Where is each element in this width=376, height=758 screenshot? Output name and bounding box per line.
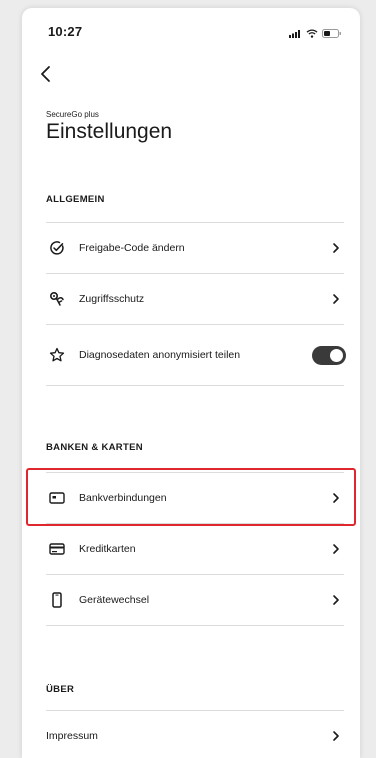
row-label: Gerätewechsel — [79, 594, 150, 606]
row-freigabe-code[interactable]: Freigabe-Code ändern — [46, 223, 344, 274]
chevron-right-icon — [328, 592, 344, 608]
phone-icon — [48, 591, 66, 609]
credit-card-icon — [48, 540, 66, 558]
chevron-right-icon — [328, 291, 344, 307]
highlight-box — [26, 468, 356, 526]
section-header-allgemein: ALLGEMEIN — [46, 194, 105, 205]
row-impressum[interactable]: Impressum — [46, 711, 344, 758]
row-kreditkarten[interactable]: Kreditkarten — [46, 524, 344, 575]
page-title: Einstellungen — [46, 120, 173, 143]
signal-icon — [289, 25, 302, 43]
row-geraetewechsel[interactable]: Gerätewechsel — [46, 575, 344, 626]
star-icon — [48, 346, 66, 364]
row-label: Freigabe-Code ändern — [79, 242, 185, 254]
status-bar: 10:27 — [22, 8, 360, 44]
row-zugriffsschutz[interactable]: Zugriffsschutz — [46, 274, 344, 325]
chevron-right-icon — [328, 541, 344, 557]
chevron-right-icon — [328, 728, 344, 744]
section-header-ueber: ÜBER — [46, 684, 75, 695]
section-header-banken-karten: BANKEN & KARTEN — [46, 442, 143, 453]
wifi-icon — [306, 25, 318, 43]
row-label: Impressum — [46, 730, 98, 742]
app-subtitle: SecureGo plus — [46, 110, 99, 119]
chevron-right-icon — [328, 240, 344, 256]
back-button[interactable] — [32, 60, 60, 88]
battery-icon — [322, 25, 342, 43]
check-circle-icon — [48, 239, 66, 257]
fingerprint-icon — [48, 290, 66, 308]
toggle-knob — [330, 348, 343, 362]
status-icons — [289, 25, 342, 43]
row-label: Diagnosedaten anonymisiert teilen — [79, 349, 241, 361]
phone-screen: 10:27 SecureGo plus Einstellungen ALLGEM… — [22, 8, 360, 758]
chevron-left-icon — [32, 66, 60, 92]
status-time: 10:27 — [48, 24, 83, 39]
row-label: Zugriffsschutz — [79, 293, 145, 305]
row-diagnosedaten[interactable]: Diagnosedaten anonymisiert teilen — [46, 325, 346, 386]
row-label: Kreditkarten — [79, 543, 136, 555]
diagnostics-toggle[interactable] — [312, 345, 346, 365]
